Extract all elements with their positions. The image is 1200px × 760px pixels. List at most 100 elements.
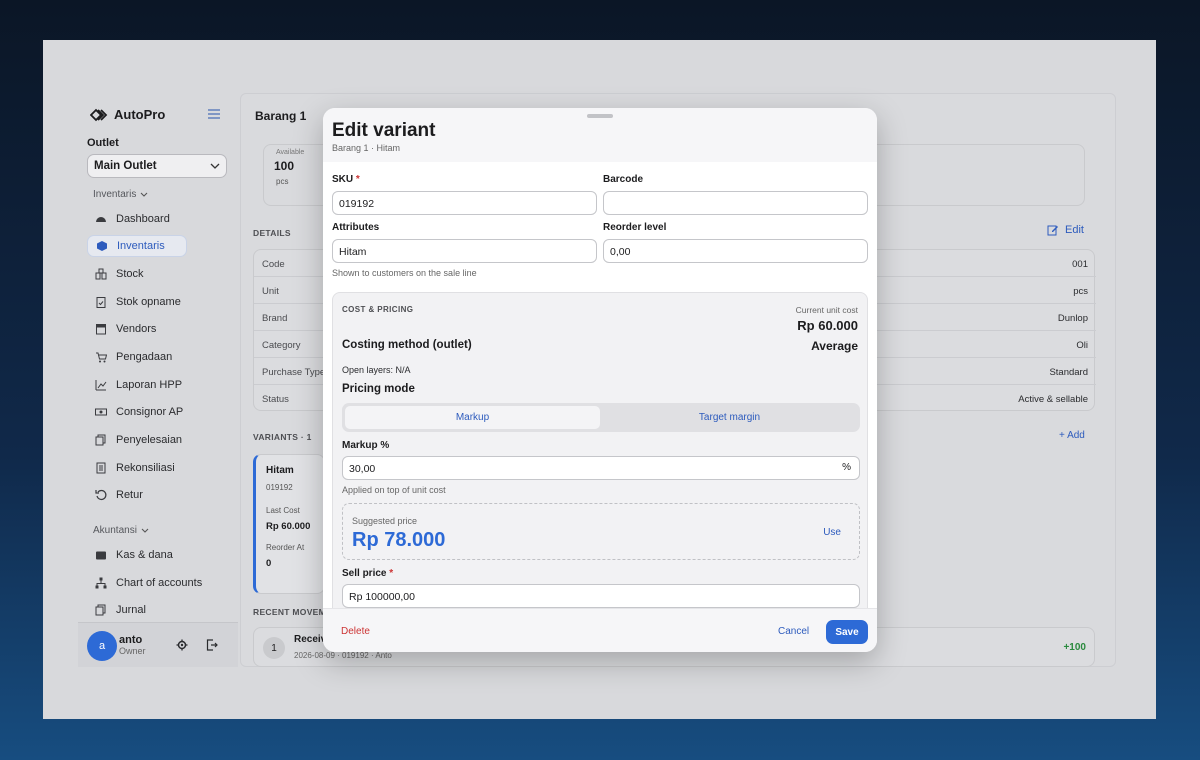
- sidebar-item-dashboard[interactable]: Dashboard: [87, 208, 227, 230]
- add-variant-button[interactable]: + Add: [1059, 430, 1085, 441]
- group-inventaris-label: Inventaris: [93, 189, 137, 200]
- stock-icon: [95, 268, 107, 280]
- markup-label: Markup %: [342, 440, 390, 451]
- sku-label-text: SKU: [332, 174, 354, 185]
- avatar[interactable]: a: [87, 631, 117, 661]
- sku-input[interactable]: 019192: [332, 191, 597, 215]
- sidebar-item-label: Kas & dana: [116, 549, 173, 561]
- list-doc-icon: [96, 462, 106, 474]
- reorder-level-input[interactable]: 0,00: [603, 239, 868, 263]
- variant-sku: 019192: [266, 483, 293, 492]
- available-value: 100: [274, 159, 295, 173]
- sidebar-item-label: Rekonsiliasi: [116, 462, 175, 474]
- pricing-mode-segmented-control: Markup Target margin: [342, 403, 860, 432]
- modal-subtitle: Barang 1 · Hitam: [332, 143, 401, 153]
- group-inventaris[interactable]: Inventaris: [93, 189, 148, 200]
- save-button[interactable]: Save: [826, 620, 868, 644]
- attributes-hint: Shown to customers on the sale line: [332, 268, 477, 278]
- barcode-label: Barcode: [603, 174, 644, 185]
- sidebar-item-laporan-hpp[interactable]: Laporan HPP: [87, 374, 227, 396]
- edit-variant-modal: Edit variant Barang 1 · Hitam SKU * 0191…: [323, 108, 877, 652]
- suggested-price-value: Rp 78.000: [352, 529, 446, 551]
- sidebar-item-chart-of-accounts[interactable]: Chart of accounts: [87, 572, 227, 594]
- mode-target-margin-button[interactable]: Target margin: [602, 406, 857, 429]
- sidebar-item-kas-dana[interactable]: Kas & dana: [87, 544, 227, 566]
- detail-key: Unit: [262, 286, 279, 297]
- drag-handle[interactable]: [587, 114, 613, 118]
- attributes-input[interactable]: Hitam: [332, 239, 597, 263]
- detail-value: 001: [1072, 259, 1088, 270]
- sidebar-item-stok-opname[interactable]: Stok opname: [87, 291, 227, 313]
- sidebar-item-pengadaan[interactable]: Pengadaan: [87, 346, 227, 368]
- detail-key: Brand: [262, 313, 288, 324]
- sell-price-label: Sell price *: [342, 568, 393, 579]
- autopro-logo-icon: [90, 108, 108, 121]
- movement-number: 1: [263, 637, 285, 659]
- open-layers-text: Open layers: N/A: [342, 365, 411, 375]
- costing-method-label: Costing method (outlet): [342, 339, 472, 351]
- current-unit-cost-value: Rp 60.000: [797, 318, 858, 333]
- group-akuntansi[interactable]: Akuntansi: [93, 525, 149, 536]
- detail-value: Active & sellable: [1018, 394, 1088, 405]
- cost-pricing-card: COST & PRICING Current unit cost Rp 60.0…: [332, 292, 868, 622]
- sku-label: SKU *: [332, 174, 360, 185]
- clipboard-check-icon: [96, 297, 106, 308]
- chevron-down-icon: [210, 163, 220, 169]
- sidebar-item-inventaris[interactable]: Inventaris: [87, 235, 187, 257]
- recent-movements-label: RECENT MOVEME: [253, 607, 332, 617]
- barcode-input[interactable]: [603, 191, 868, 215]
- brand-name: AutoPro: [114, 107, 166, 122]
- journal-icon: [95, 604, 106, 616]
- outlet-select[interactable]: Main Outlet: [87, 154, 227, 178]
- sidebar-item-stock[interactable]: Stock: [87, 263, 227, 285]
- current-unit-cost-label: Current unit cost: [795, 305, 858, 315]
- sidebar-item-label: Laporan HPP: [116, 379, 183, 391]
- sidebar-item-label: Vendors: [116, 323, 157, 335]
- user-name: anto: [119, 634, 143, 646]
- brand: AutoPro: [90, 107, 165, 122]
- details-section-label: DETAILS: [253, 228, 291, 238]
- page-title: Barang 1: [255, 109, 307, 123]
- detail-key: Status: [262, 394, 289, 405]
- detail-key: Purchase Type: [262, 367, 326, 378]
- sidebar-item-label: Stock: [116, 268, 144, 280]
- sidebar-item-rekonsiliasi[interactable]: Rekonsiliasi: [87, 457, 227, 479]
- mode-markup-button[interactable]: Markup: [345, 406, 600, 429]
- available-unit: pcs: [276, 177, 289, 186]
- chevron-down-icon: [141, 528, 149, 533]
- modal-title: Edit variant: [332, 120, 436, 141]
- delete-button[interactable]: Delete: [341, 626, 370, 637]
- sidebar-item-vendors[interactable]: Vendors: [87, 318, 227, 340]
- modal-header: Edit variant Barang 1 · Hitam: [323, 108, 877, 162]
- edit-icon: [1047, 225, 1058, 236]
- sidebar-item-retur[interactable]: Retur: [87, 484, 227, 506]
- outlet-value: Main Outlet: [94, 160, 157, 172]
- edit-button[interactable]: Edit: [1047, 224, 1084, 236]
- suggested-price-box: Suggested price Rp 78.000 Use: [342, 503, 860, 560]
- markup-input[interactable]: 30,00: [342, 456, 860, 480]
- detail-key: Code: [262, 259, 285, 270]
- wallet-icon: [96, 551, 106, 560]
- variant-card[interactable]: Hitam 019192 Last Cost Rp 60.000 Reorder…: [253, 454, 325, 594]
- sidebar-item-jurnal[interactable]: Jurnal: [87, 599, 227, 621]
- required-mark: *: [389, 568, 394, 579]
- logout-icon[interactable]: [206, 639, 218, 651]
- sidebar-item-label: Inventaris: [117, 240, 165, 252]
- sidebar-item-consignor-ap[interactable]: Consignor AP: [87, 401, 227, 423]
- reorder-at-label: Reorder At: [266, 543, 305, 552]
- sell-price-input[interactable]: Rp 100000,00: [342, 584, 860, 608]
- last-cost-value: Rp 60.000: [266, 521, 311, 532]
- use-suggested-button[interactable]: Use: [823, 527, 841, 538]
- detail-value: Standard: [1049, 367, 1088, 378]
- attributes-label: Attributes: [332, 222, 380, 233]
- menu-icon[interactable]: [208, 109, 220, 119]
- sidebar-item-label: Chart of accounts: [116, 577, 203, 589]
- available-label: Available: [276, 149, 305, 156]
- gear-icon[interactable]: [176, 639, 188, 651]
- sidebar: AutoPro Outlet Main Outlet Inventaris Da…: [78, 93, 238, 667]
- sidebar-item-label: Jurnal: [116, 604, 146, 616]
- chart-icon: [95, 380, 107, 391]
- sidebar-item-penyelesaian[interactable]: Penyelesaian: [87, 429, 227, 451]
- cancel-button[interactable]: Cancel: [778, 626, 809, 637]
- movement-title: Receiv: [294, 634, 327, 645]
